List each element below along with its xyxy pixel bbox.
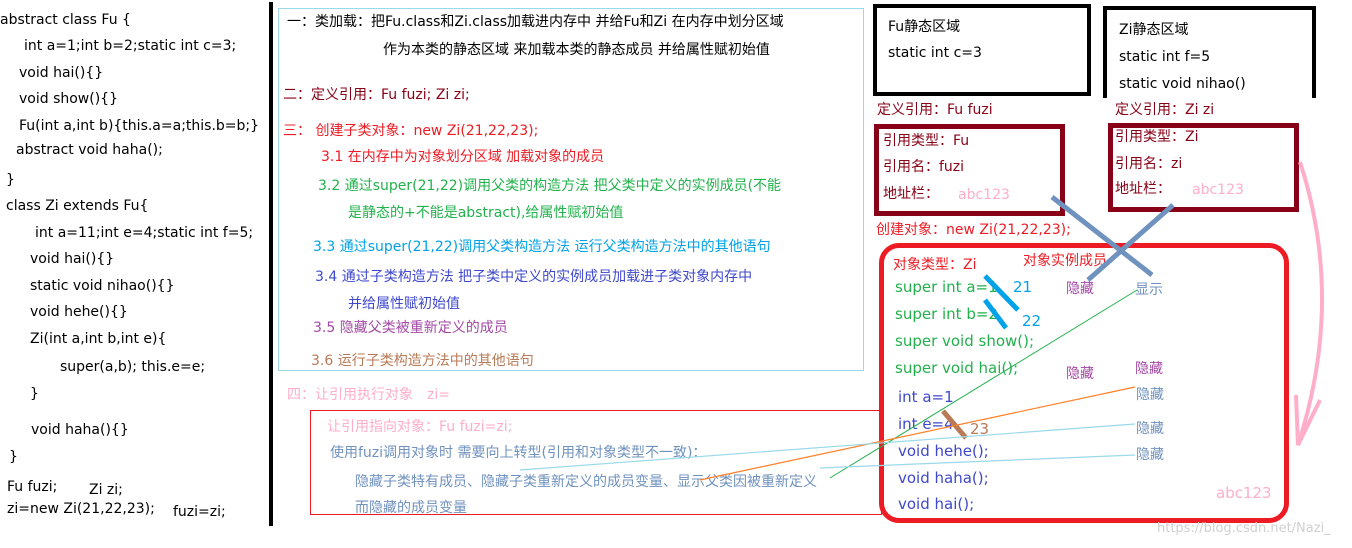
strike-b: [983, 298, 1008, 330]
green-link: [829, 289, 1138, 479]
annotation-strokes: [519, 161, 1324, 481]
strike-e: [941, 409, 968, 440]
diagram-canvas: abstract class Fu { int a=1;int b=2;stat…: [0, 0, 1352, 548]
cyan-link: [519, 423, 1136, 471]
cyan-link: [819, 454, 1136, 469]
cross-stroke: [1086, 203, 1175, 282]
orange-link: [699, 386, 1136, 481]
